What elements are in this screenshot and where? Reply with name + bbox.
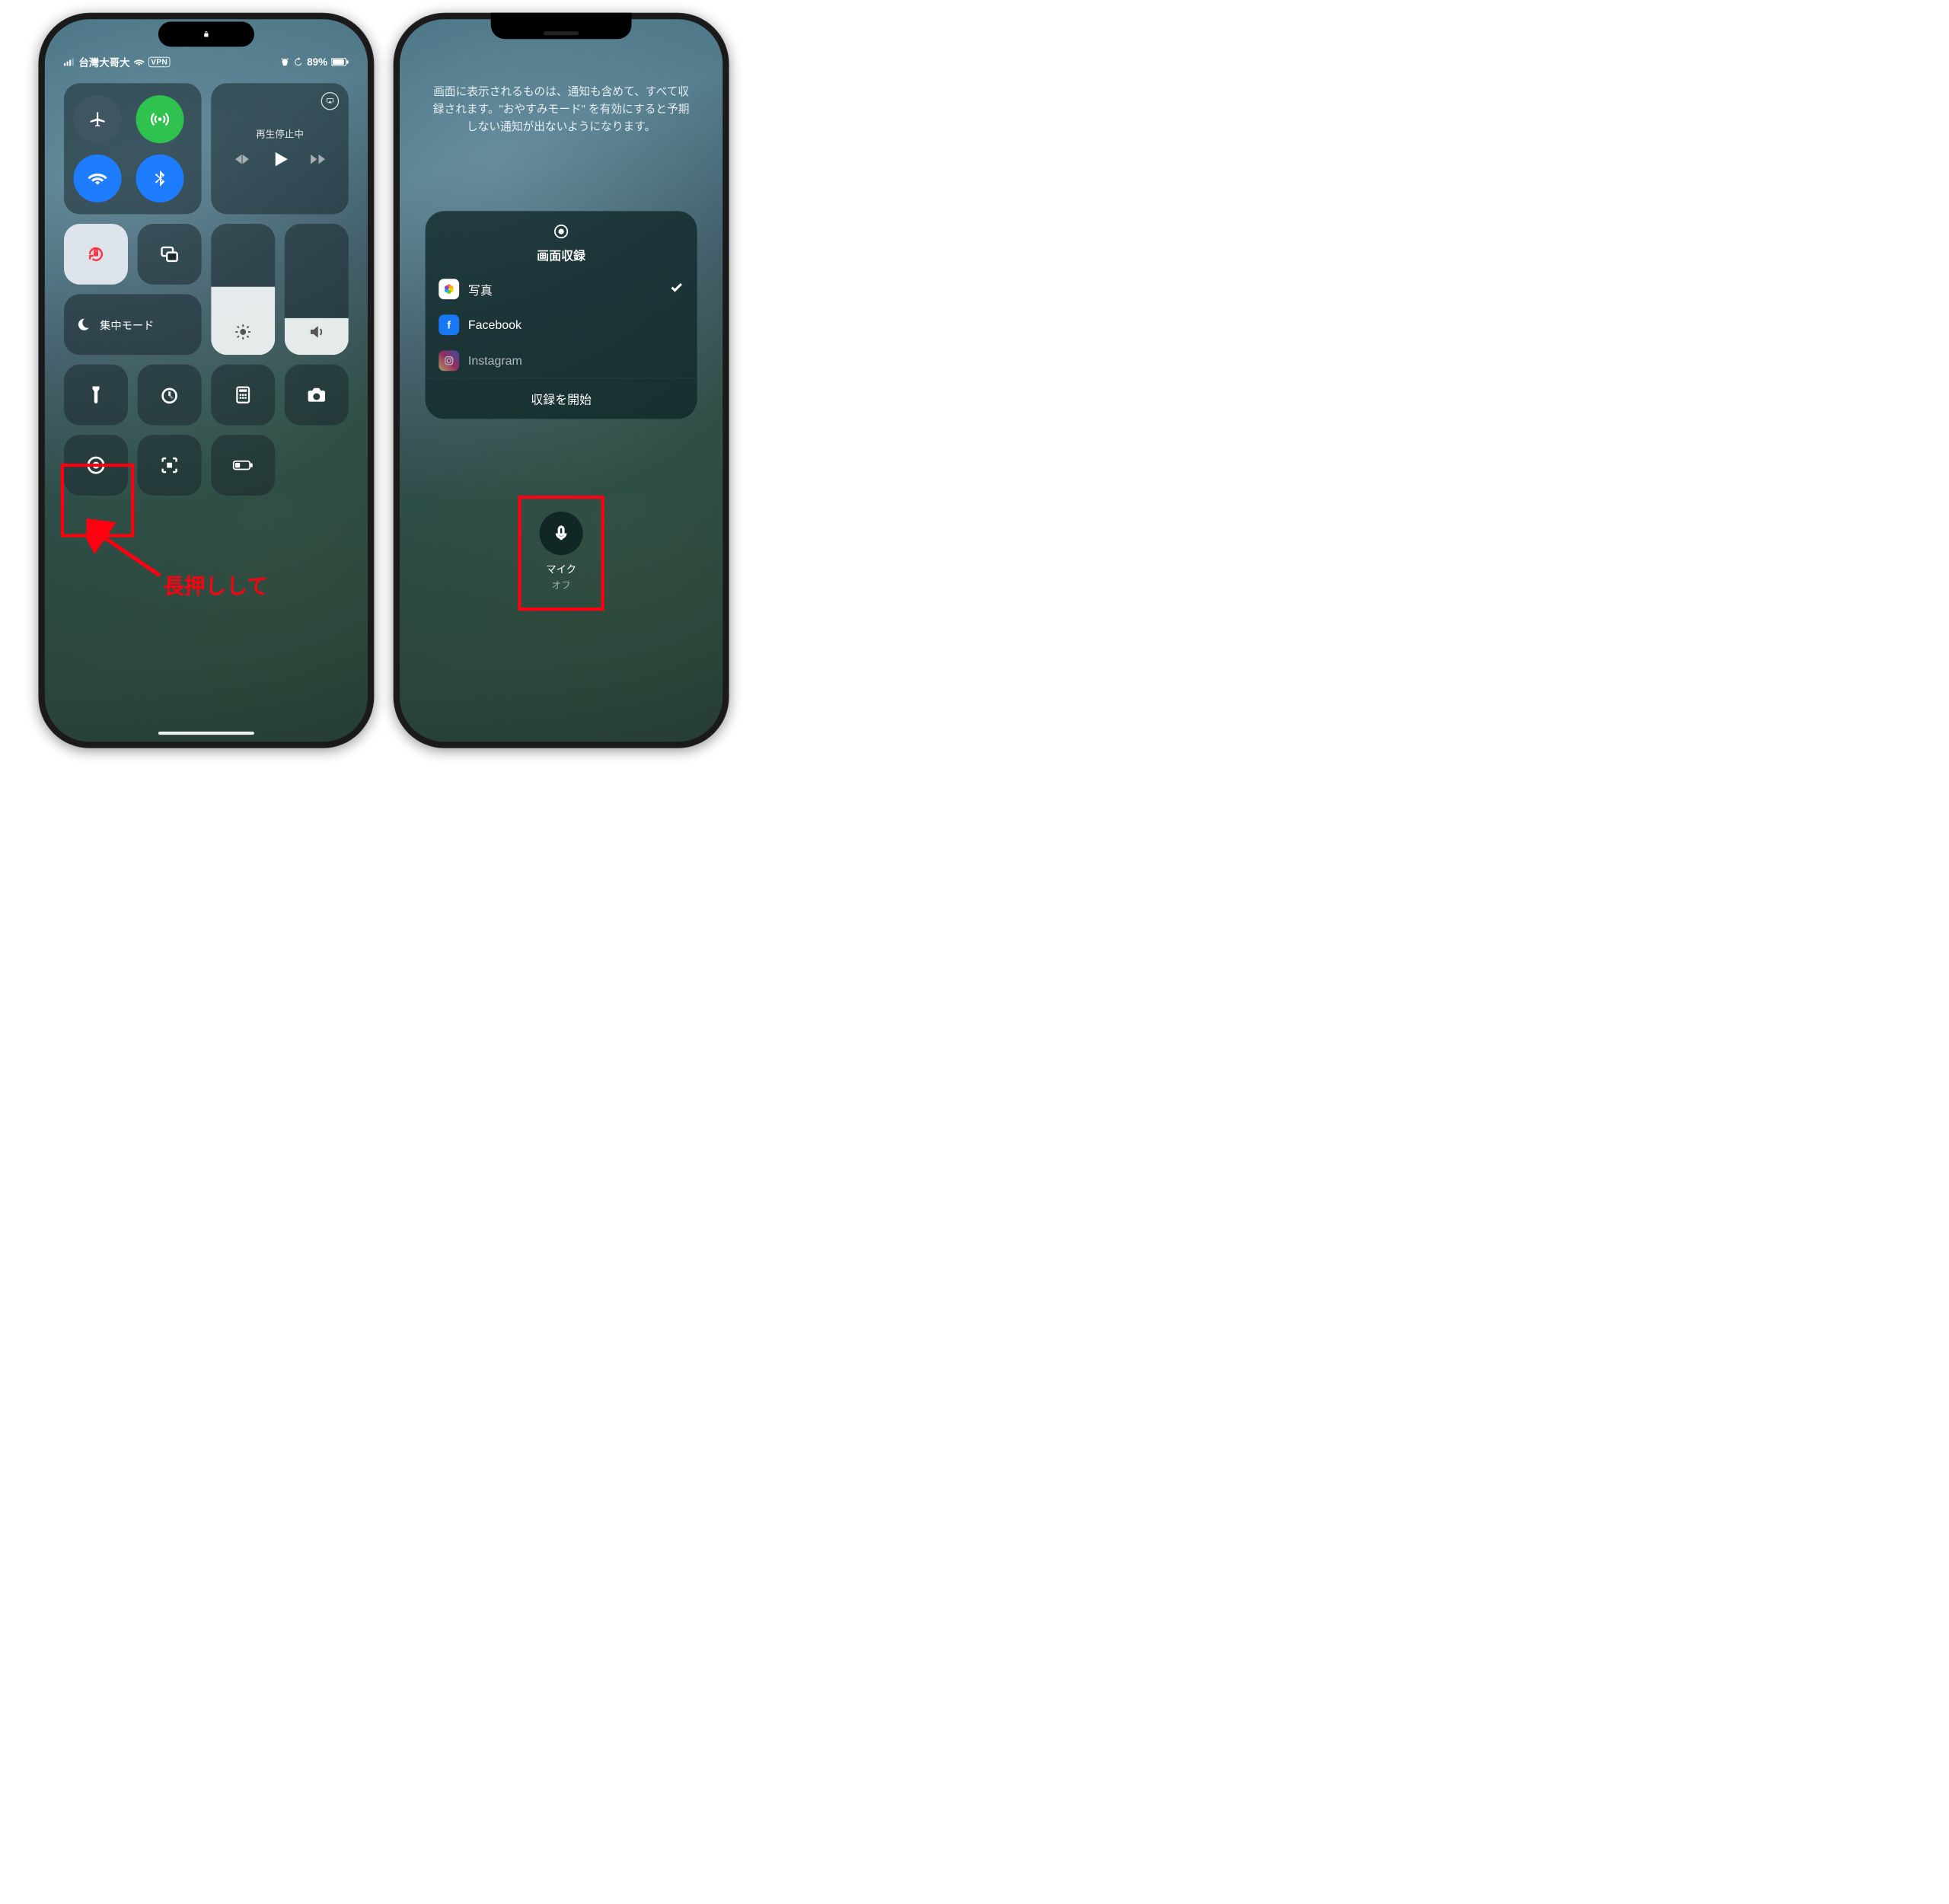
app-option-label: Instagram bbox=[468, 354, 522, 368]
vpn-badge: VPN bbox=[148, 57, 171, 67]
annotation-text: 長押しして bbox=[163, 569, 268, 600]
home-indicator[interactable] bbox=[158, 732, 254, 735]
orientation-status-icon bbox=[294, 57, 304, 67]
airplay-button[interactable] bbox=[321, 92, 340, 110]
screen-recording-panel: 画面収録 写真 f Facebook bbox=[426, 211, 697, 419]
instagram-app-icon bbox=[439, 350, 459, 371]
app-option-facebook[interactable]: f Facebook bbox=[426, 307, 697, 343]
volume-slider[interactable] bbox=[285, 224, 349, 355]
airplay-icon bbox=[326, 97, 334, 105]
facebook-app-icon: f bbox=[439, 314, 459, 335]
next-track-button[interactable] bbox=[308, 149, 327, 170]
moon-icon bbox=[75, 317, 91, 332]
connectivity-group[interactable] bbox=[64, 83, 202, 214]
dynamic-island bbox=[158, 22, 254, 47]
timer-button[interactable] bbox=[138, 365, 202, 426]
qr-scanner-button[interactable] bbox=[138, 435, 202, 496]
lock-icon bbox=[203, 30, 209, 38]
wifi-icon bbox=[88, 169, 107, 188]
control-center: 再生停止中 集中モード bbox=[64, 83, 349, 703]
calculator-icon bbox=[233, 384, 254, 405]
annotation-arrow bbox=[86, 518, 169, 582]
focus-label: 集中モード bbox=[100, 317, 154, 333]
app-option-instagram[interactable]: Instagram bbox=[426, 343, 697, 378]
screen-mirroring-icon bbox=[159, 244, 180, 264]
now-playing-label: 再生停止中 bbox=[256, 126, 304, 140]
brightness-slider[interactable] bbox=[211, 224, 275, 355]
low-power-button[interactable] bbox=[211, 435, 275, 496]
wifi-status-icon bbox=[134, 58, 145, 66]
bluetooth-toggle[interactable] bbox=[136, 155, 184, 203]
prev-track-button[interactable] bbox=[232, 149, 251, 170]
orientation-lock-button[interactable] bbox=[64, 224, 128, 285]
flashlight-icon bbox=[86, 384, 107, 405]
cellular-toggle[interactable] bbox=[136, 95, 184, 143]
photos-app-icon bbox=[439, 279, 459, 299]
annotation-highlight-mic bbox=[518, 496, 604, 611]
calculator-button[interactable] bbox=[211, 365, 275, 426]
status-bar: 台灣大哥大 VPN 89% bbox=[45, 54, 368, 69]
battery-icon bbox=[331, 58, 349, 66]
battery-label: 89% bbox=[307, 56, 327, 69]
play-button[interactable] bbox=[270, 148, 291, 171]
cellular-icon bbox=[150, 110, 169, 129]
phone-right: 画面に表示されるものは、通知も含めて、すべて収録されます。"おやすみモード" を… bbox=[394, 13, 729, 748]
focus-mode-button[interactable]: 集中モード bbox=[64, 294, 202, 355]
screen-record-icon bbox=[553, 223, 569, 240]
alarm-icon bbox=[280, 57, 290, 67]
panel-title: 画面収録 bbox=[426, 246, 697, 263]
orientation-lock-icon bbox=[86, 244, 107, 264]
flashlight-button[interactable] bbox=[64, 365, 128, 426]
camera-icon bbox=[306, 384, 327, 405]
check-icon bbox=[669, 280, 683, 298]
app-option-photos[interactable]: 写真 bbox=[426, 271, 697, 307]
carrier-label: 台灣大哥大 bbox=[78, 55, 129, 69]
brightness-icon bbox=[234, 323, 252, 341]
phone-left: 台灣大哥大 VPN 89% bbox=[38, 13, 374, 748]
app-destination-list: 写真 f Facebook Instagram bbox=[426, 271, 697, 378]
notch bbox=[491, 13, 632, 39]
airplane-icon bbox=[88, 110, 107, 129]
screen-mirroring-button[interactable] bbox=[138, 224, 202, 285]
qr-code-icon bbox=[159, 455, 180, 476]
wifi-toggle[interactable] bbox=[74, 155, 122, 203]
volume-icon bbox=[308, 323, 326, 341]
app-option-label: Facebook bbox=[468, 318, 522, 332]
signal-icon bbox=[64, 58, 75, 65]
media-controls[interactable]: 再生停止中 bbox=[211, 83, 349, 214]
timer-icon bbox=[159, 384, 180, 405]
low-power-icon bbox=[233, 455, 254, 476]
recording-info-message: 画面に表示されるものは、通知も含めて、すべて収録されます。"おやすみモード" を… bbox=[429, 83, 694, 135]
bluetooth-icon bbox=[150, 169, 169, 188]
camera-button[interactable] bbox=[285, 365, 349, 426]
app-option-label: 写真 bbox=[468, 280, 493, 298]
start-recording-button[interactable]: 収録を開始 bbox=[426, 378, 697, 419]
airplane-mode-toggle[interactable] bbox=[74, 95, 122, 143]
